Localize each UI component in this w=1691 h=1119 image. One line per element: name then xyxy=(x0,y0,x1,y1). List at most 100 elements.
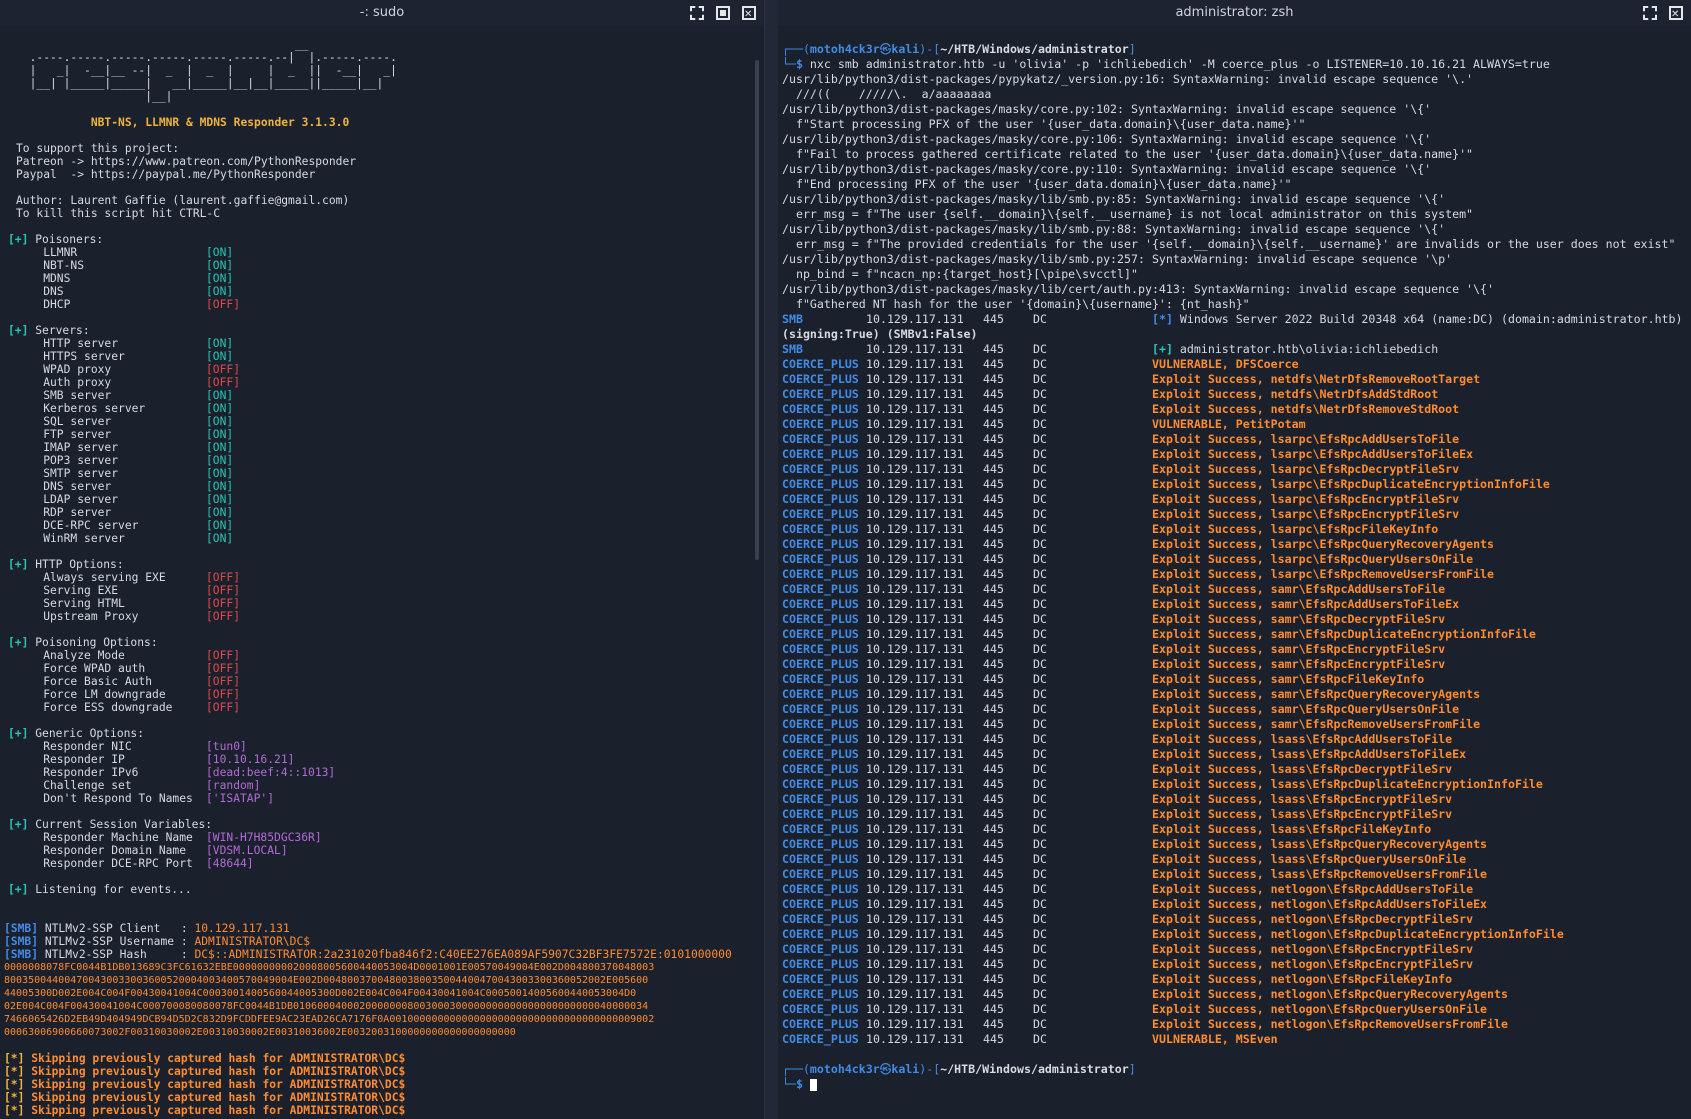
module-tag: COERCE_PLUS xyxy=(782,402,859,416)
pane-divider[interactable] xyxy=(764,0,779,1119)
close-icon[interactable] xyxy=(742,2,756,28)
option-value: [OFF] xyxy=(206,571,241,584)
warning-text: err_msg = f"The provided credentials for… xyxy=(782,237,1676,251)
warning-text: /usr/lib/python3/dist-packages/pypykatz/… xyxy=(782,72,1474,86)
capture-value: ADMINISTRATOR\DC$ xyxy=(194,935,311,948)
close-icon[interactable] xyxy=(1669,2,1683,28)
prompt-corner: ┌──( xyxy=(782,1062,810,1076)
option-value: [ON] xyxy=(206,389,234,402)
option-value: [ON] xyxy=(206,415,234,428)
result-row: COERCE_PLUS 10.129.117.131 445 DC Exploit Su… xyxy=(782,387,1682,402)
result-text: Exploit Success, lsarpc\EfsRpcRemoveUser… xyxy=(1152,567,1495,581)
result-row: COERCE_PLUS 10.129.117.131 445 DC Exploit Su… xyxy=(782,432,1682,447)
section-header: [+] Generic Options: xyxy=(8,727,732,740)
result-text: Exploit Success, lsass\EfsRpcEncryptFile… xyxy=(1152,792,1453,806)
prompt-user: motoh4ck3r xyxy=(809,1062,880,1076)
option-name: FTP server xyxy=(16,428,112,441)
cursor[interactable] xyxy=(809,1078,817,1091)
result-row: COERCE_PLUS 10.129.117.131 445 DC Exploit Su… xyxy=(782,477,1682,492)
hold-icon[interactable] xyxy=(716,6,730,20)
target-ip: 10.129.117.131 xyxy=(866,987,964,1001)
option-row: Serving HTML [OFF] xyxy=(16,597,732,610)
target-port: 445 xyxy=(983,912,1004,926)
result-row: COERCE_PLUS 10.129.117.131 445 DC Exploit Su… xyxy=(782,792,1682,807)
target-ip: 10.129.117.131 xyxy=(866,777,964,791)
target-host: DC xyxy=(1033,507,1047,521)
target-ip: 10.129.117.131 xyxy=(866,867,964,881)
banner-art: |__| xyxy=(16,90,173,103)
result-row: COERCE_PLUS 10.129.117.131 445 DC Exploit Su… xyxy=(782,882,1682,897)
option-value: [ON] xyxy=(206,467,234,480)
target-port: 445 xyxy=(983,432,1004,446)
listening-text: Listening for events... xyxy=(35,883,192,896)
target-host: DC xyxy=(1033,417,1047,431)
terminal-pane-right[interactable]: administrator: zsh ┌──(motoh4ck3r㉿kali)-… xyxy=(778,0,1691,1119)
banner-line: __ xyxy=(16,38,732,51)
module-tag: COERCE_PLUS xyxy=(782,627,859,641)
result-text: Exploit Success, lsarpc\EfsRpcQueryUsers… xyxy=(1152,552,1474,566)
section-header: [+] Poisoning Options: xyxy=(8,636,732,649)
left-scrollbar[interactable] xyxy=(755,60,759,560)
module-tag: COERCE_PLUS xyxy=(782,837,859,851)
target-host: DC xyxy=(1033,672,1047,686)
terminal-pane-left[interactable]: -: sudo __ .----.-----.-----.-----.-----… xyxy=(0,0,764,1119)
target-host: DC xyxy=(1033,987,1047,1001)
option-name: DCE-RPC server xyxy=(16,519,139,532)
target-port: 445 xyxy=(983,972,1004,986)
target-host: DC xyxy=(1033,597,1047,611)
target-ip: 10.129.117.131 xyxy=(866,462,964,476)
command-line: └─$ nxc smb administrator.htb -u 'olivia… xyxy=(782,57,1682,72)
warning-line: f"End processing PFX of the user '{user_… xyxy=(782,177,1682,192)
target-host: DC xyxy=(1033,432,1047,446)
option-name: Upstream Proxy xyxy=(16,610,139,623)
module-tag: COERCE_PLUS xyxy=(782,927,859,941)
option-name: Always serving EXE xyxy=(16,571,166,584)
option-name: SQL server xyxy=(16,415,112,428)
result-text: Exploit Success, lsass\EfsRpcDuplicateEn… xyxy=(1152,777,1543,791)
option-row: RDP server [ON] xyxy=(16,506,732,519)
option-value: [ON] xyxy=(206,493,234,506)
warning-line: /usr/lib/python3/dist-packages/masky/cor… xyxy=(782,132,1682,147)
target-host: DC xyxy=(1033,552,1047,566)
result-text: Exploit Success, samr\EfsRpcAddUsersToFi… xyxy=(1152,582,1446,596)
star-tag: [*] xyxy=(1152,312,1180,326)
option-value: [OFF] xyxy=(206,662,241,675)
target-port: 445 xyxy=(983,867,1004,881)
maximize-icon[interactable] xyxy=(690,6,704,20)
banner-art: |__| |_____|_____| __|_____|__|__|_____|… xyxy=(16,77,384,90)
option-name: NBT-NS xyxy=(16,259,85,272)
warning-text: f"Gathered NT hash for the user '{domain… xyxy=(782,297,1250,311)
option-name: Challenge set xyxy=(16,779,132,792)
result-row: COERCE_PLUS 10.129.117.131 445 DC Exploit Su… xyxy=(782,642,1682,657)
result-row: COERCE_PLUS 10.129.117.131 445 DC Exploit Su… xyxy=(782,762,1682,777)
right-titlebar: administrator: zsh xyxy=(778,0,1691,28)
option-name: POP3 server xyxy=(16,454,119,467)
target-ip: 10.129.117.131 xyxy=(866,687,964,701)
result-row: COERCE_PLUS 10.129.117.131 445 DC Exploit Su… xyxy=(782,942,1682,957)
smb-tag: [SMB] xyxy=(4,948,39,961)
option-value: [OFF] xyxy=(206,649,241,662)
result-row: COERCE_PLUS 10.129.117.131 445 DC Exploit Su… xyxy=(782,927,1682,942)
maximize-icon[interactable] xyxy=(1643,6,1657,20)
result-text: Exploit Success, samr\EfsRpcDecryptFileS… xyxy=(1152,612,1446,626)
target-ip: 10.129.117.131 xyxy=(866,882,964,896)
section-title: Current Session Variables: xyxy=(35,818,213,831)
result-text: Exploit Success, lsass\EfsRpcQueryUsersO… xyxy=(1152,852,1467,866)
hash-line: 44005300D002E004C004F00430041004C0003001… xyxy=(4,987,732,1000)
author-line: To kill this script hit CTRL-C xyxy=(16,207,732,220)
skip-line: [*] Skipping previously captured hash fo… xyxy=(4,1052,732,1065)
option-value: [10.10.16.21] xyxy=(206,753,295,766)
target-host: DC xyxy=(1033,822,1047,836)
warning-line: err_msg = f"The user {self.__domain}\{se… xyxy=(782,207,1682,222)
target-port: 445 xyxy=(983,702,1004,716)
module-tag: COERCE_PLUS xyxy=(782,597,859,611)
module-tag: COERCE_PLUS xyxy=(782,672,859,686)
result-row: COERCE_PLUS 10.129.117.131 445 DC Exploit Su… xyxy=(782,552,1682,567)
warning-line: /usr/lib/python3/dist-packages/masky/cor… xyxy=(782,102,1682,117)
result-row: COERCE_PLUS 10.129.117.131 445 DC Exploit Su… xyxy=(782,492,1682,507)
target-host: DC xyxy=(1033,1017,1047,1031)
target-ip: 10.129.117.131 xyxy=(866,312,964,326)
